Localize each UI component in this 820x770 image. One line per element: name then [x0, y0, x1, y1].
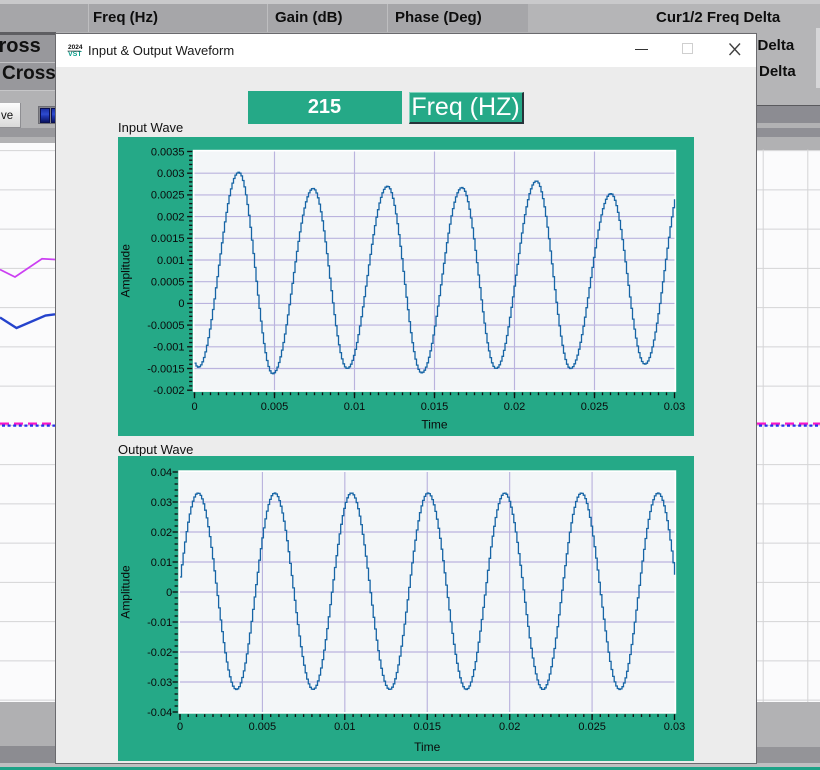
svg-text:Time: Time	[421, 417, 448, 431]
svg-text:0.03: 0.03	[663, 721, 684, 733]
svg-text:-0.01: -0.01	[147, 617, 172, 629]
svg-text:0.0005: 0.0005	[150, 276, 184, 288]
svg-text:0.025: 0.025	[578, 721, 606, 733]
svg-text:-0.0015: -0.0015	[147, 363, 184, 375]
svg-text:0.02: 0.02	[498, 721, 519, 733]
svg-text:-0.04: -0.04	[147, 707, 172, 719]
svg-text:Amplitude: Amplitude	[118, 243, 132, 297]
svg-text:0.005: 0.005	[260, 400, 288, 412]
svg-text:0.001: 0.001	[156, 254, 184, 266]
svg-text:0.03: 0.03	[663, 400, 684, 412]
svg-text:-0.002: -0.002	[153, 385, 184, 397]
svg-text:2024: 2024	[68, 44, 83, 51]
svg-text:0.02: 0.02	[150, 527, 171, 539]
svg-text:0: 0	[166, 587, 172, 599]
svg-text:Amplitude: Amplitude	[118, 565, 132, 619]
svg-text:0.025: 0.025	[580, 400, 608, 412]
svg-text:0.01: 0.01	[150, 557, 171, 569]
svg-text:0.003: 0.003	[156, 168, 184, 180]
svg-text:VST: VST	[68, 51, 82, 57]
svg-text:0.01: 0.01	[343, 400, 364, 412]
svg-text:0.002: 0.002	[156, 211, 184, 223]
svg-text:0: 0	[176, 721, 182, 733]
svg-text:-0.02: -0.02	[147, 647, 172, 659]
svg-text:0.02: 0.02	[503, 400, 524, 412]
svg-text:0.015: 0.015	[420, 400, 448, 412]
svg-text:0: 0	[178, 298, 184, 310]
svg-text:0.0025: 0.0025	[150, 189, 184, 201]
svg-text:0.01: 0.01	[334, 721, 355, 733]
svg-text:0.005: 0.005	[248, 721, 276, 733]
svg-text:-0.03: -0.03	[147, 677, 172, 689]
svg-text:-0.001: -0.001	[153, 341, 184, 353]
svg-text:0.015: 0.015	[413, 721, 441, 733]
svg-text:0: 0	[191, 400, 197, 412]
svg-text:0.0035: 0.0035	[150, 146, 184, 158]
svg-text:Time: Time	[414, 740, 441, 754]
svg-text:0.03: 0.03	[150, 497, 171, 509]
svg-text:0.0015: 0.0015	[150, 233, 184, 245]
svg-text:-0.0005: -0.0005	[147, 319, 184, 331]
svg-text:0.04: 0.04	[150, 467, 171, 479]
